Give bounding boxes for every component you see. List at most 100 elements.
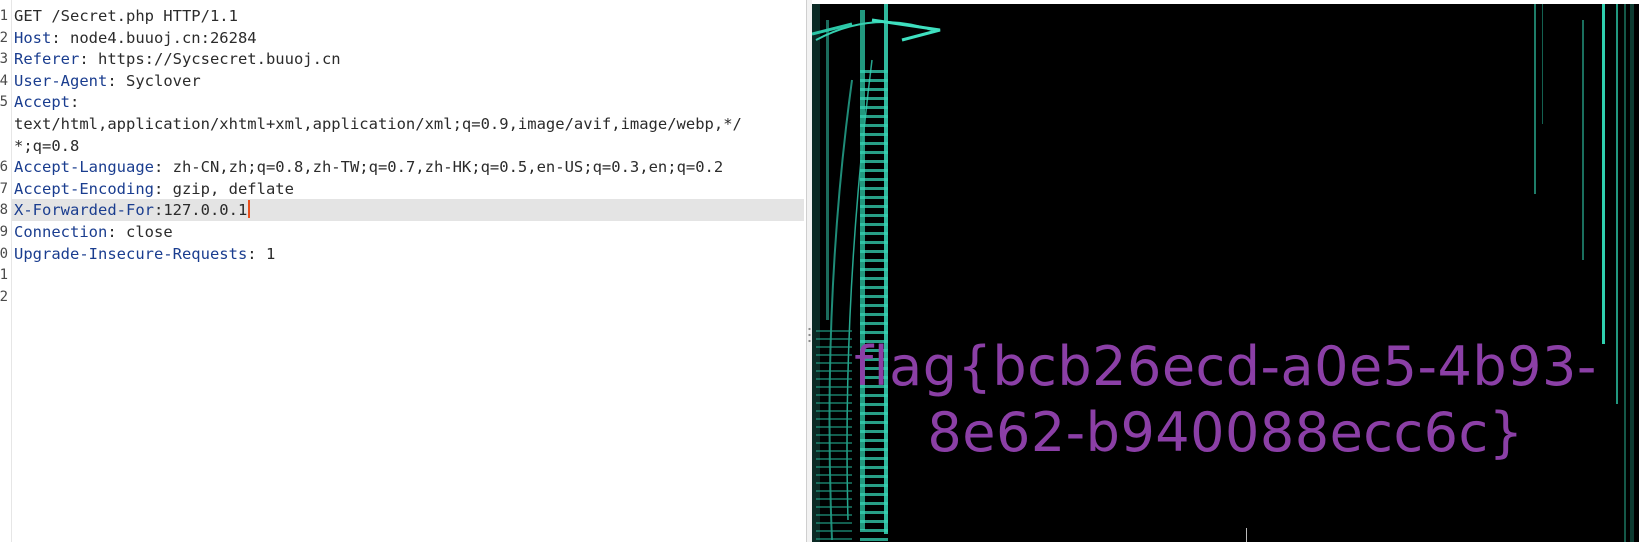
request-line[interactable]: 2 Host: node4.buuoj.cn:26284	[0, 27, 806, 49]
ladder-rung	[860, 196, 888, 199]
ladder-rung	[860, 511, 888, 514]
request-line[interactable]: 6 Accept-Language: zh-CN,zh;q=0.8,zh-TW;q…	[0, 156, 806, 178]
line-text: Connection: close	[14, 221, 173, 243]
line-text: Accept-Language: zh-CN,zh;q=0.8,zh-TW;q=…	[14, 156, 723, 178]
ladder-rung	[816, 330, 852, 332]
ladder-rung	[860, 151, 888, 154]
ladder-rung	[860, 520, 888, 523]
line-number: 5	[0, 94, 8, 111]
line-number: 3	[0, 51, 8, 68]
ladder-rung	[860, 106, 888, 109]
header-value: : close	[107, 223, 173, 241]
line-text: X-Forwarded-For:127.0.0.1	[14, 199, 251, 221]
header-name: Host	[14, 28, 52, 47]
header-value: : gzip, deflate	[153, 179, 294, 198]
request-line[interactable]: 7 Accept-Encoding: gzip, deflate	[0, 178, 806, 200]
flag-line-1: flag{bcb26ecd-a0e5-4b93-	[854, 335, 1597, 398]
ladder-rung	[860, 529, 888, 532]
line-content: GET /Secret.php HTTP/1.1	[14, 7, 238, 25]
ladder-rung	[860, 502, 888, 505]
ladder-rung	[860, 223, 888, 226]
flag-line-2: 8e62-b940088ecc6c}	[927, 401, 1524, 464]
request-line[interactable]: *;q=0.8	[0, 135, 806, 157]
header-name: User-Agent	[14, 71, 108, 90]
header-value: : zh-CN,zh;q=0.8,zh-TW;q=0.7,zh-HK;q=0.5…	[153, 158, 724, 177]
ladder-rung	[816, 498, 852, 500]
ladder-rung	[860, 70, 888, 73]
ladder-rung	[860, 232, 888, 235]
ladder-rung	[860, 268, 888, 271]
ladder-rung	[860, 313, 888, 316]
header-value: :	[70, 93, 80, 112]
header-value: : https://Sycsecret.buuoj.cn	[79, 50, 341, 69]
request-line[interactable]: 3 Referer: https://Sycsecret.buuoj.cn	[0, 48, 806, 70]
line-text: Host: node4.buuoj.cn:26284	[14, 27, 257, 49]
ladder-rung	[860, 79, 888, 82]
request-line[interactable]: 12	[0, 286, 806, 308]
ladder-rung	[816, 522, 852, 524]
response-render-panel: flag{bcb26ecd-a0e5-4b93- 8e62-b940088ecc…	[812, 0, 1639, 542]
ladder-rung	[860, 178, 888, 181]
line-number: 10	[0, 245, 8, 262]
ladder-rung	[860, 124, 888, 127]
line-content: *;q=0.8	[14, 136, 80, 155]
request-line[interactable]: 1 GET /Secret.php HTTP/1.1	[0, 5, 806, 27]
line-text: Accept-Encoding: gzip, deflate	[14, 178, 294, 200]
ladder-rung	[860, 277, 888, 280]
line-text: GET /Secret.php HTTP/1.1	[14, 5, 238, 27]
header-value: : Syclover	[107, 71, 201, 90]
line-number: 9	[0, 224, 8, 240]
ladder-rung	[860, 88, 888, 91]
ladder-rung	[860, 142, 888, 145]
header-value: :127.0.0.1	[153, 201, 248, 220]
ladder-rung	[860, 160, 888, 163]
header-name: Accept-Encoding	[14, 179, 154, 198]
ladder-rung	[816, 530, 852, 532]
line-number: 6	[0, 159, 8, 176]
header-name: Accept-Language	[14, 158, 154, 177]
ladder-rung	[860, 484, 888, 487]
line-number: 4	[0, 72, 8, 89]
ladder-rung	[860, 304, 888, 307]
request-line[interactable]: text/html,application/xhtml+xml,applicat…	[0, 113, 806, 135]
ladder-rung	[860, 97, 888, 100]
ladder-rung	[860, 295, 888, 298]
ladder-rung	[860, 322, 888, 325]
header-name: Accept	[14, 93, 70, 112]
ladder-rung	[860, 241, 888, 244]
line-number: 7	[0, 180, 8, 197]
ladder-rung	[860, 133, 888, 136]
drag-handle-icon[interactable]	[808, 326, 811, 346]
request-line[interactable]: 8 X-Forwarded-For:127.0.0.1	[0, 199, 806, 222]
burp-repeater-view: 1 GET /Secret.php HTTP/1.1 2 Host: node4.bu…	[0, 0, 1639, 542]
flag-text: flag{bcb26ecd-a0e5-4b93- 8e62-b940088ecc…	[812, 334, 1639, 466]
header-name: Referer	[14, 50, 80, 69]
line-text: Referer: https://Sycsecret.buuoj.cn	[14, 48, 341, 70]
ladder-rung	[816, 474, 852, 476]
ladder-rung	[860, 115, 888, 118]
header-value: : 1	[247, 244, 276, 263]
ladder-rung	[860, 466, 888, 469]
line-number: 11	[0, 267, 8, 284]
line-text: *;q=0.8	[14, 135, 79, 157]
ladder-rung	[816, 466, 852, 468]
request-line[interactable]: 9 Connection: close	[0, 221, 806, 243]
request-line[interactable]: 5 Accept:	[0, 91, 806, 113]
ladder-rung	[860, 250, 888, 253]
request-line[interactable]: 11	[0, 264, 806, 286]
ladder-rung	[816, 506, 852, 508]
ladder-rung	[860, 187, 888, 190]
request-editor[interactable]: 1 GET /Secret.php HTTP/1.1 2 Host: node4.bu…	[0, 0, 806, 542]
ladder-rung	[816, 482, 852, 484]
ladder-rung	[816, 490, 852, 492]
request-line[interactable]: 10 Upgrade-Insecure-Requests: 1	[0, 243, 806, 265]
header-name: Connection	[14, 223, 108, 241]
text-caret	[248, 200, 251, 219]
line-content: text/html,application/xhtml+xml,applicat…	[14, 115, 742, 133]
request-line[interactable]: 4 User-Agent: Syclover	[0, 70, 806, 92]
scroll-tick	[1246, 528, 1247, 542]
ladder-rung	[860, 475, 888, 478]
ladder-rung	[816, 514, 852, 516]
ladder-rung	[860, 169, 888, 172]
line-text: Upgrade-Insecure-Requests: 1	[14, 243, 275, 265]
